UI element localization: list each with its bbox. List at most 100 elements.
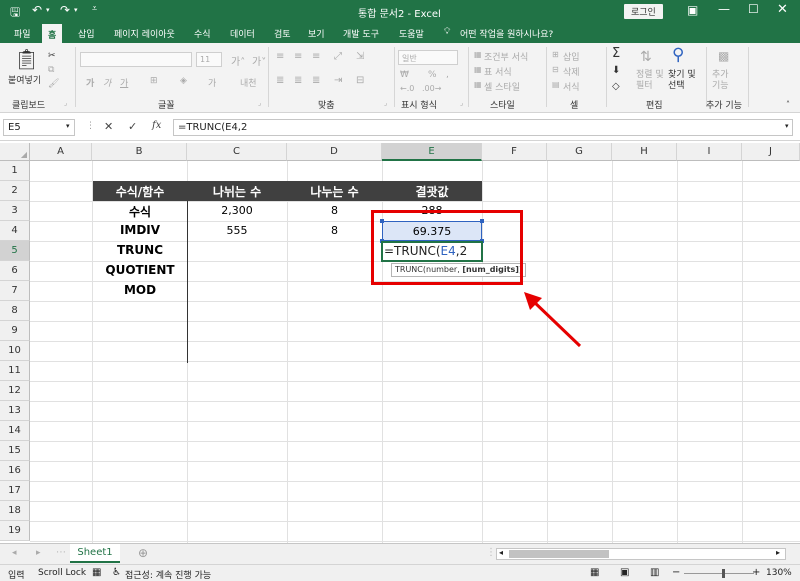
scrollbar-thumb[interactable] xyxy=(509,550,609,558)
column-header-j[interactable]: J xyxy=(742,143,800,161)
minimize-icon[interactable]: — xyxy=(718,2,730,16)
tab-home[interactable]: 홈 xyxy=(42,24,63,43)
confirm-entry-icon[interactable]: ✓ xyxy=(128,120,137,133)
orientation-icon[interactable]: ⤢ xyxy=(334,51,342,62)
tab-view[interactable]: 보기 xyxy=(306,27,327,40)
row-header-8[interactable]: 8 xyxy=(0,301,30,321)
tab-review[interactable]: 검토 xyxy=(272,27,293,40)
tab-formulas[interactable]: 수식 xyxy=(192,27,213,40)
tab-developer[interactable]: 개발 도구 xyxy=(341,27,381,40)
label-imdiv[interactable]: IMDIV xyxy=(93,221,187,241)
delete-cells-button[interactable]: 삭제 xyxy=(563,65,580,78)
row-header-19[interactable]: 19 xyxy=(0,521,30,541)
select-all-corner[interactable]: ◢ xyxy=(0,143,30,161)
page-layout-view-icon[interactable]: ▣ xyxy=(620,567,629,578)
copy-icon[interactable]: ⧉ xyxy=(48,65,54,75)
tab-data[interactable]: 데이터 xyxy=(228,27,257,40)
row-header-14[interactable]: 14 xyxy=(0,421,30,441)
fill-icon[interactable]: ⬇ xyxy=(612,65,620,76)
next-sheet-icon[interactable]: ▸ xyxy=(36,548,41,558)
redo-icon[interactable]: ↷ xyxy=(60,3,70,17)
customize-toolbar-icon[interactable]: ⩡ xyxy=(92,4,97,14)
undo-icon[interactable]: ↶ xyxy=(32,3,42,17)
decrease-decimal-icon[interactable]: .00→ xyxy=(422,84,441,93)
column-header-a[interactable]: A xyxy=(30,143,92,161)
font-name-box[interactable] xyxy=(80,52,192,67)
new-sheet-icon[interactable]: ⊕ xyxy=(138,546,148,560)
sheet-tab-sheet1[interactable]: Sheet1 xyxy=(70,544,120,563)
column-header-h[interactable]: H xyxy=(612,143,677,161)
find-select-button[interactable]: 찾기 및 선택 xyxy=(668,70,700,92)
row-header-7[interactable]: 7 xyxy=(0,281,30,301)
cancel-entry-icon[interactable]: ✕ xyxy=(104,120,113,133)
tab-file[interactable]: 파일 xyxy=(12,27,33,40)
zoom-level[interactable]: 130% xyxy=(766,568,792,578)
row-header-5[interactable]: 5 xyxy=(0,241,30,261)
sheet-scroll-divider-icon[interactable]: ⋮ xyxy=(486,547,496,558)
font-launcher-icon[interactable]: ⌟ xyxy=(258,99,261,107)
autosum-icon[interactable]: Σ xyxy=(612,46,620,61)
column-header-c[interactable]: C xyxy=(187,143,287,161)
login-button[interactable]: 로그인 xyxy=(624,4,663,19)
row-header-9[interactable]: 9 xyxy=(0,321,30,341)
maximize-icon[interactable]: ☐ xyxy=(748,2,759,16)
alignment-launcher-icon[interactable]: ⌟ xyxy=(384,99,387,107)
align-center-icon[interactable]: ≣ xyxy=(294,75,302,86)
name-box[interactable]: E5 xyxy=(3,119,75,136)
row-header-18[interactable]: 18 xyxy=(0,501,30,521)
undo-dropdown-icon[interactable]: ▾ xyxy=(46,6,50,14)
addins-button[interactable]: 추가 기능 xyxy=(712,70,738,92)
scroll-left-icon[interactable]: ◂ xyxy=(499,548,503,557)
accessibility-icon[interactable]: ♿︎ xyxy=(112,567,121,578)
number-format-box[interactable]: 일반 xyxy=(398,50,458,65)
row-header-1[interactable]: 1 xyxy=(0,161,30,181)
paste-button[interactable]: 붙여넣기 xyxy=(8,73,41,86)
collapse-ribbon-icon[interactable]: ˄ xyxy=(786,100,790,109)
align-left-icon[interactable]: ≣ xyxy=(276,75,284,86)
fill-color-icon[interactable]: ◈ xyxy=(180,76,187,86)
row-header-13[interactable]: 13 xyxy=(0,401,30,421)
tab-help[interactable]: 도움말 xyxy=(397,27,426,40)
formula-input[interactable]: =TRUNC(E4,2 xyxy=(173,119,793,136)
cut-icon[interactable]: ✂ xyxy=(48,51,56,61)
column-header-e[interactable]: E xyxy=(382,143,482,161)
row-header-10[interactable]: 10 xyxy=(0,341,30,361)
zoom-in-icon[interactable]: + xyxy=(752,567,760,578)
row-header-12[interactable]: 12 xyxy=(0,381,30,401)
insert-function-icon[interactable]: fx xyxy=(152,120,161,131)
save-icon[interactable]: 🖫 xyxy=(10,3,20,24)
shrink-font-icon[interactable]: 가˅ xyxy=(252,53,266,68)
status-accessibility[interactable]: 접근성: 계속 진행 가능 xyxy=(125,568,211,581)
grow-font-icon[interactable]: 가˄ xyxy=(231,53,245,68)
name-box-dropdown-icon[interactable]: ▾ xyxy=(66,122,70,130)
ribbon-display-icon[interactable]: ▣ xyxy=(687,3,698,17)
cell-c3[interactable]: 2,300 xyxy=(187,201,287,221)
underline-icon[interactable]: 가 xyxy=(120,76,128,89)
wrap-text-icon[interactable]: ⇲ xyxy=(356,51,364,62)
italic-icon[interactable]: 가 xyxy=(103,76,111,89)
column-header-b[interactable]: B xyxy=(92,143,187,161)
cell-style-button[interactable]: 셀 스타일 xyxy=(484,80,520,93)
label-mod[interactable]: MOD xyxy=(93,281,187,301)
tell-me-search[interactable]: 어떤 작업을 원하시나요? xyxy=(458,27,555,40)
zoom-slider[interactable] xyxy=(684,573,754,574)
tab-insert[interactable]: 삽입 xyxy=(76,27,97,40)
column-header-g[interactable]: G xyxy=(547,143,612,161)
column-header-f[interactable]: F xyxy=(482,143,547,161)
cell-d4[interactable]: 8 xyxy=(287,221,382,241)
row-header-3[interactable]: 3 xyxy=(0,201,30,221)
redo-dropdown-icon[interactable]: ▾ xyxy=(74,6,78,14)
bold-icon[interactable]: 가 xyxy=(86,76,94,89)
row-header-4[interactable]: 4 xyxy=(0,221,30,241)
tab-page-layout[interactable]: 페이지 레이아웃 xyxy=(112,27,177,40)
phonetic-icon[interactable]: 내천 xyxy=(240,76,257,89)
row-header-11[interactable]: 11 xyxy=(0,361,30,381)
sort-filter-button[interactable]: 정렬 및 필터 xyxy=(636,70,666,92)
merge-icon[interactable]: ⊟ xyxy=(356,75,364,86)
align-middle-icon[interactable]: ≡ xyxy=(294,51,302,62)
format-painter-icon[interactable]: 🖌︎ xyxy=(48,79,59,89)
clear-icon[interactable]: ◇ xyxy=(612,81,620,92)
align-right-icon[interactable]: ≣ xyxy=(312,75,320,86)
number-launcher-icon[interactable]: ⌟ xyxy=(460,99,463,107)
zoom-out-icon[interactable]: − xyxy=(672,567,680,578)
